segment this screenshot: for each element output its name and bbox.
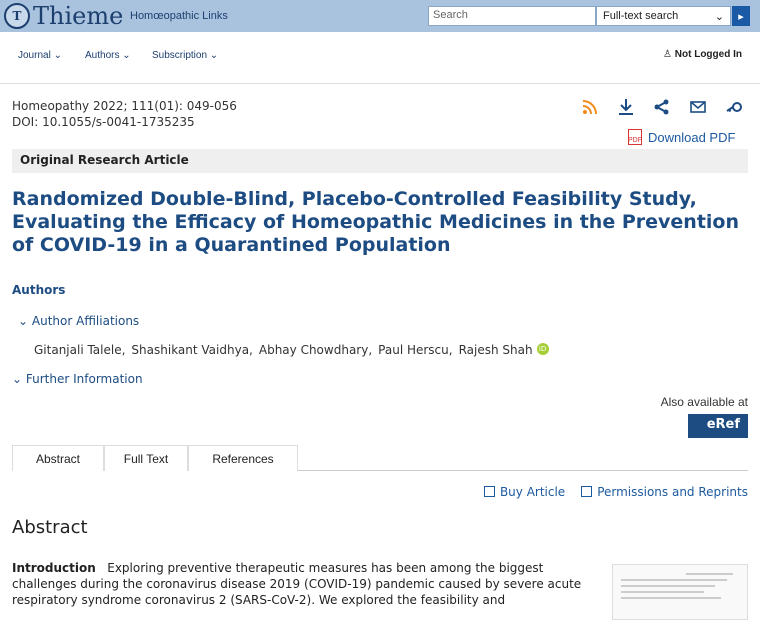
article-tabs: Abstract Full Text References	[12, 445, 748, 471]
eref-button[interactable]: eRef	[688, 414, 748, 438]
top-bar: T Thieme Homœopathic Links Search Full-t…	[0, 0, 760, 32]
tab-full-text[interactable]: Full Text	[104, 445, 188, 471]
chevron-down-icon: ⌄	[714, 10, 724, 23]
nav-authors[interactable]: Authors ⌄	[85, 50, 131, 61]
abstract-text: Introduction Exploring preventive therap…	[12, 560, 600, 608]
author-name[interactable]: Paul Herscu,	[378, 343, 452, 357]
main-nav: Journal ⌄ Authors ⌄ Subscription ⌄ ♙ Not…	[0, 32, 760, 84]
external-link-icon	[581, 486, 593, 497]
abstract-intro-text: Exploring preventive therapeutic measure…	[12, 561, 582, 607]
also-available-label: Also available at	[660, 395, 748, 409]
login-status[interactable]: ♙ Not Logged In	[663, 49, 742, 60]
tab-references[interactable]: References	[188, 445, 298, 471]
pdf-icon: PDF	[628, 129, 642, 145]
author-name[interactable]: Rajesh Shah	[459, 343, 533, 357]
tab-abstract[interactable]: Abstract	[12, 445, 104, 471]
download-pdf-link[interactable]: PDF Download PDF	[628, 129, 735, 145]
nav-journal[interactable]: Journal ⌄	[18, 50, 62, 61]
search-input[interactable]: Search	[428, 6, 596, 26]
thieme-logo[interactable]: T Thieme	[4, 2, 123, 30]
thieme-seal-icon: T	[4, 3, 30, 29]
search-go-button[interactable]: ▸	[732, 6, 750, 26]
share-icon[interactable]	[654, 98, 670, 116]
author-name[interactable]: Gitanjali Talele,	[34, 343, 125, 357]
article-thumbnail[interactable]	[612, 564, 748, 620]
author-list: Gitanjali Talele, Shashikant Vaidhya, Ab…	[34, 343, 549, 357]
chevron-down-icon: ⌄	[12, 372, 23, 386]
abstract-intro-label: Introduction	[12, 561, 96, 575]
download-pdf-label: Download PDF	[648, 129, 736, 145]
nav-subscription[interactable]: Subscription ⌄	[152, 50, 218, 61]
citation-block: Homeopathy 2022; 111(01): 049-056 DOI: 1…	[12, 98, 237, 130]
buy-article-link[interactable]: Buy Article	[483, 485, 565, 499]
author-name[interactable]: Shashikant Vaidhya,	[131, 343, 252, 357]
user-icon: ♙	[663, 49, 672, 60]
journal-tagline[interactable]: Homœopathic Links	[130, 10, 228, 22]
authors-heading: Authors	[12, 283, 66, 297]
rss-icon[interactable]	[582, 98, 598, 116]
article-actions: Buy Article Permissions and Reprints	[483, 485, 748, 499]
email-icon[interactable]	[690, 98, 706, 116]
permissions-link[interactable]: Permissions and Reprints	[581, 485, 748, 499]
citation-text: Homeopathy 2022; 111(01): 049-056	[12, 99, 237, 113]
author-name[interactable]: Abhay Chowdhary,	[259, 343, 372, 357]
article-title: Randomized Double-Blind, Placebo-Control…	[12, 188, 739, 256]
orcid-icon[interactable]: iD	[536, 343, 549, 355]
author-affiliations-toggle[interactable]: ⌄ Author Affiliations	[18, 314, 139, 328]
search-mode-select[interactable]: Full-text search ⌄	[596, 6, 731, 26]
abstract-heading: Abstract	[12, 517, 88, 538]
doi-text: DOI: 10.1055/s-0041-1735235	[12, 115, 195, 129]
key-icon[interactable]	[726, 98, 742, 116]
chevron-down-icon: ⌄	[18, 314, 29, 328]
article-tools	[582, 98, 750, 120]
article-type: Original Research Article	[12, 149, 748, 173]
arrow-right-icon: ▸	[738, 9, 744, 23]
download-icon[interactable]	[618, 98, 634, 116]
further-information-toggle[interactable]: ⌄ Further Information	[12, 372, 143, 386]
logo-text: Thieme	[33, 2, 124, 30]
external-link-icon	[483, 486, 495, 497]
search-mode-label: Full-text search	[603, 10, 679, 22]
